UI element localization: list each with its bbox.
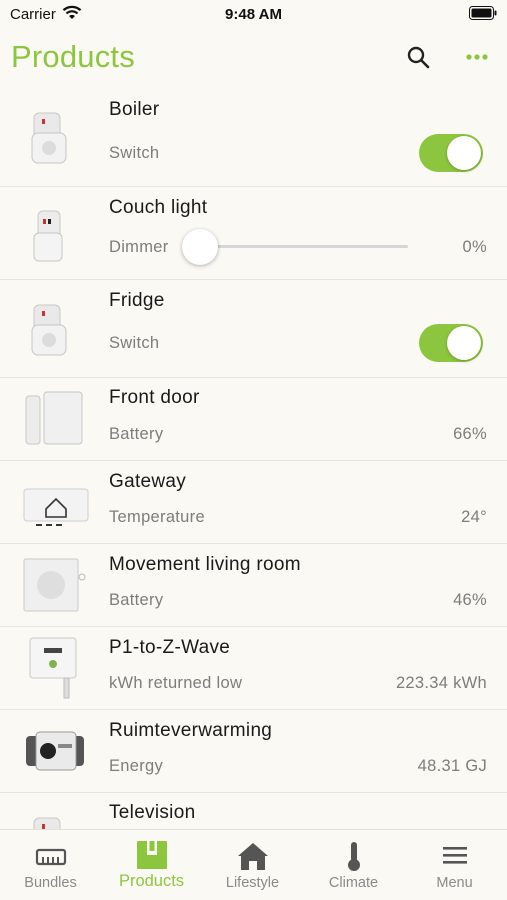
product-property: Battery [109,425,164,443]
product-list: Boiler Switch Couch light Dimmer 0% Frid… [0,88,507,829]
plug-switch-icon [31,304,67,356]
battery-icon [469,6,497,20]
product-value: 24° [461,508,487,526]
product-name: Boiler [109,99,160,120]
product-name: Front door [109,387,200,408]
plug-switch-icon [31,112,67,164]
dimmer-slider-track[interactable] [200,245,408,248]
product-value: 0% [462,238,487,256]
product-name: Gateway [109,471,187,492]
status-bar: Carrier 9:48 AM [0,0,507,28]
dimmer-slider-knob[interactable] [182,229,218,265]
heat-meter-icon [26,731,84,771]
house-icon [238,843,268,870]
product-name: P1-to-Z-Wave [109,637,231,658]
toggle-knob [447,326,481,360]
tab-bundles[interactable]: Bundles [0,830,101,900]
product-property: Temperature [109,508,205,526]
product-value: 48.31 GJ [417,757,487,775]
product-property: Switch [109,144,160,162]
tab-label: Climate [328,875,379,891]
dimmer-plug-icon [33,210,63,262]
product-name: Television [109,802,196,823]
product-row-fridge[interactable]: Fridge Switch [0,280,507,378]
page-title: Products [11,39,135,74]
product-row-gateway[interactable]: Gateway Temperature 24° [0,461,507,544]
tab-products[interactable]: Products [101,830,202,900]
product-property: Switch [109,334,160,352]
product-value: 46% [453,591,487,609]
thermometer-icon [348,842,360,871]
gateway-icon [23,488,89,526]
product-name: Movement living room [109,554,301,575]
search-icon[interactable] [404,43,434,73]
nav-header: Products [0,36,507,86]
product-property: kWh returned low [109,674,243,692]
products-icon [137,841,167,869]
tab-label: Bundles [24,875,77,891]
tab-climate[interactable]: Climate [303,830,404,900]
tab-menu[interactable]: Menu [404,830,505,900]
product-property: Battery [109,591,164,609]
switch-toggle[interactable] [419,134,483,172]
product-row-boiler[interactable]: Boiler Switch [0,88,507,187]
product-row-couch-light[interactable]: Couch light Dimmer 0% [0,187,507,280]
tab-lifestyle[interactable]: Lifestyle [202,830,303,900]
product-row-ruimteverwarming[interactable]: Ruimteverwarming Energy 48.31 GJ [0,710,507,793]
tab-label: Lifestyle [225,875,280,891]
plug-switch-icon [33,817,61,829]
product-row-p1-to-z-wave[interactable]: P1-to-Z-Wave kWh returned low 223.34 kWh [0,627,507,710]
p1-dongle-icon [29,637,77,699]
clock: 9:48 AM [225,6,282,23]
product-row-television[interactable]: Television [0,793,507,829]
product-value: 223.34 kWh [395,674,487,692]
product-name: Couch light [109,197,208,218]
motion-sensor-icon [23,558,86,612]
product-value: 66% [453,425,487,443]
tab-label: Products [118,872,185,890]
more-icon[interactable] [462,43,492,73]
product-name: Ruimteverwarming [109,720,273,741]
product-property: Energy [109,757,164,775]
product-row-front-door[interactable]: Front door Battery 66% [0,378,507,461]
tab-label: Menu [436,875,473,891]
toggle-knob [447,136,481,170]
tab-bar: Bundles Products Lifestyle Climate Menu [0,829,507,900]
switch-toggle[interactable] [419,324,483,362]
bundles-icon [35,848,67,866]
product-property: Dimmer [109,238,169,256]
hamburger-icon [443,847,467,864]
door-sensor-icon [25,391,83,445]
product-name: Fridge [109,290,165,311]
product-row-movement-living-room[interactable]: Movement living room Battery 46% [0,544,507,627]
